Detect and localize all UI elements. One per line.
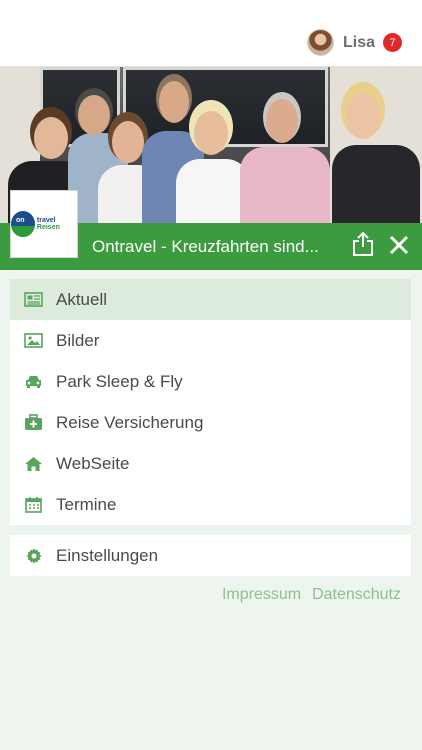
calendar-icon	[24, 495, 43, 514]
home-icon	[24, 454, 43, 473]
menu-item-label: Reise Versicherung	[56, 412, 204, 432]
user-profile[interactable]: Lisa 7	[306, 29, 402, 56]
menu-item-park-sleep-fly[interactable]: Park Sleep & Fly	[10, 361, 411, 402]
menu-item-label: Termine	[56, 494, 117, 514]
menu-item-webseite[interactable]: WebSeite	[10, 443, 411, 484]
top-bar: Lisa 7	[0, 0, 422, 67]
menu-item-bilder[interactable]: Bilder	[10, 320, 411, 361]
logo-text-blue: travel	[36, 217, 56, 224]
menu-item-termine[interactable]: Termine	[10, 484, 411, 525]
impressum-link[interactable]: Impressum	[222, 586, 301, 604]
menu-item-label: Aktuell	[56, 289, 108, 309]
menu-item-aktuell[interactable]: Aktuell	[10, 279, 411, 320]
menu-item-label: Einstellungen	[56, 545, 159, 565]
menu-item-label: Bilder	[56, 330, 100, 350]
share-icon	[353, 231, 373, 256]
main-menu: Aktuell Bilder Park Sleep & Fly Reise Ve…	[10, 279, 411, 525]
avatar[interactable]	[306, 29, 334, 56]
image-icon	[24, 331, 43, 350]
page-title: Ontravel - Kreuzfahrten sind...	[92, 237, 319, 256]
logo-text-green: Reisen	[36, 224, 60, 231]
settings-menu: Einstellungen	[10, 535, 411, 576]
logo-mark-text: on	[16, 217, 25, 224]
menu-item-reise-versicherung[interactable]: Reise Versicherung	[10, 402, 411, 443]
footer-links: Impressum Datenschutz	[222, 586, 401, 604]
medical-kit-icon	[24, 413, 43, 432]
car-icon	[24, 372, 43, 391]
user-name[interactable]: Lisa	[343, 34, 375, 52]
logo-text: travel Reisen	[37, 217, 77, 231]
menu-item-label: WebSeite	[56, 453, 130, 473]
logo-mark: on	[11, 211, 35, 237]
notification-badge[interactable]: 7	[383, 33, 402, 52]
ontravel-logo: on travel Reisen	[10, 190, 78, 258]
share-button[interactable]	[351, 231, 375, 257]
newspaper-icon	[24, 290, 43, 309]
menu-item-label: Park Sleep & Fly	[56, 371, 183, 391]
close-button[interactable]	[389, 235, 409, 255]
menu-item-einstellungen[interactable]: Einstellungen	[10, 535, 411, 576]
gear-icon	[24, 546, 43, 565]
datenschutz-link[interactable]: Datenschutz	[312, 586, 401, 604]
close-icon	[389, 235, 409, 255]
